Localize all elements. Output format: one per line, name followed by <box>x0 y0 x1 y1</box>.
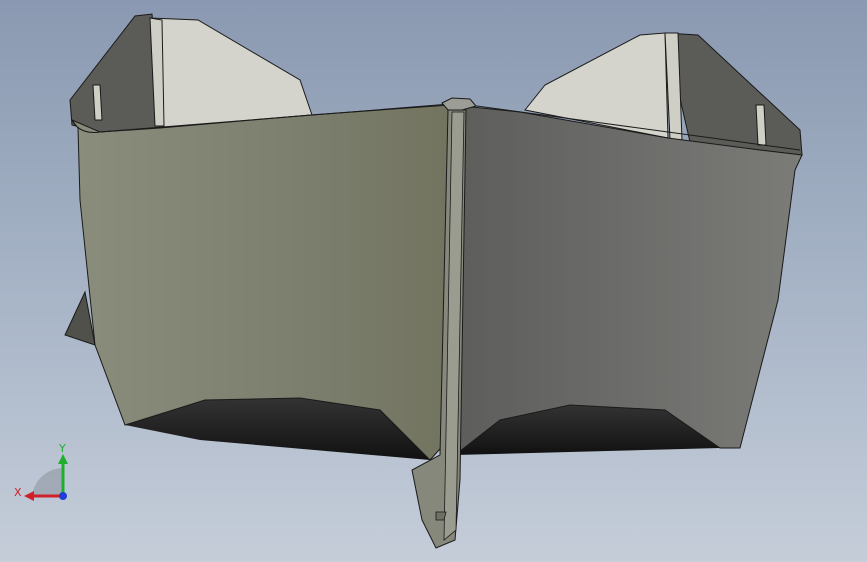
graphics-viewport[interactable]: Y X <box>0 0 867 562</box>
x-axis-arrow-icon <box>24 491 34 501</box>
right-cleat <box>755 104 767 146</box>
z-axis-dot-icon <box>59 492 67 500</box>
left-cleat <box>92 84 103 121</box>
y-axis-arrow-icon <box>58 454 68 464</box>
right-rim <box>664 32 803 156</box>
hull-right-face <box>454 105 803 457</box>
y-axis-label: Y <box>58 442 66 455</box>
triad-plane <box>32 468 62 495</box>
x-axis-label: X <box>14 486 22 499</box>
left-rim <box>69 13 161 133</box>
interior-left-panel <box>149 17 313 129</box>
keel-foot <box>435 511 447 521</box>
boat-hull-model[interactable] <box>0 0 867 562</box>
orientation-triad[interactable]: Y X <box>10 440 80 510</box>
